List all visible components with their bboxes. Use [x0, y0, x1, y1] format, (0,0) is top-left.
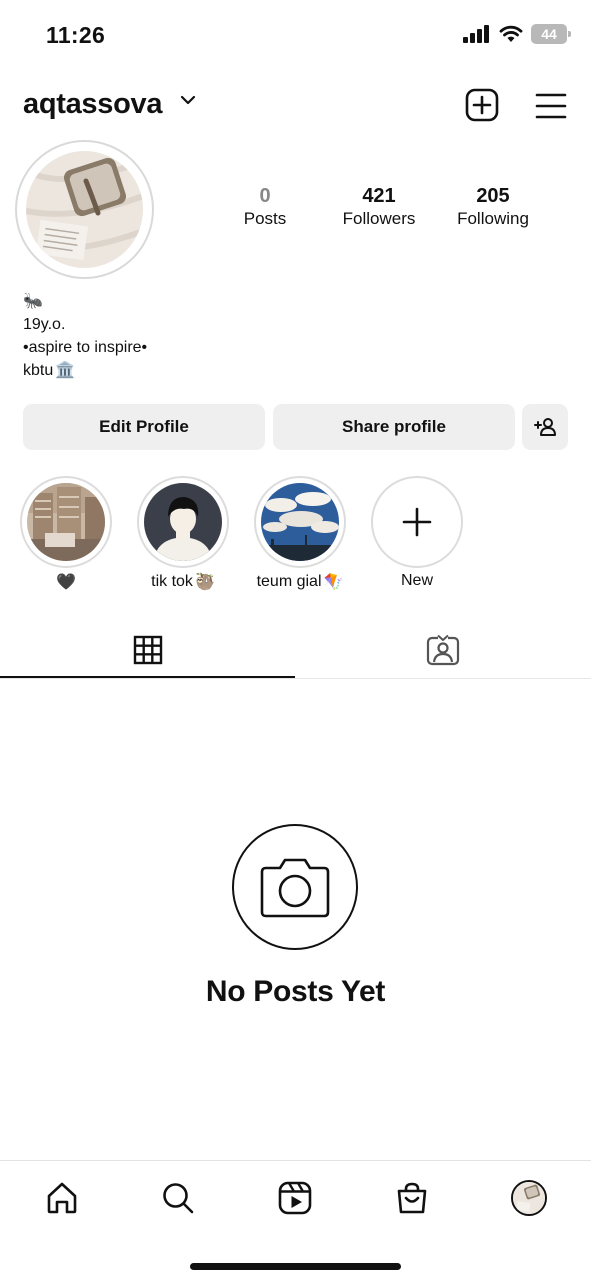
nav-reels[interactable] — [275, 1178, 315, 1218]
bottom-nav — [0, 1160, 591, 1280]
home-indicator — [190, 1263, 401, 1270]
profile-bio: 🐜 19y.o. •aspire to inspire• kbtu 🏛️ — [23, 290, 147, 382]
tagged-person-icon — [426, 634, 459, 666]
profile-header: aqtassova — [0, 84, 591, 128]
tab-divider — [0, 678, 591, 679]
grid-icon — [133, 635, 162, 665]
highlight-2[interactable]: tik tok 🦥 — [137, 476, 229, 592]
nav-search[interactable] — [158, 1178, 198, 1218]
search-icon — [163, 1183, 194, 1214]
followers-label: Followers — [342, 209, 416, 228]
empty-state-title: No Posts Yet — [205, 975, 386, 1008]
highlight-1-image — [27, 483, 105, 561]
camera-icon — [260, 858, 330, 918]
profile-tabs — [0, 622, 591, 680]
following-count: 205 — [476, 185, 510, 207]
nav-home[interactable] — [42, 1178, 82, 1218]
highlight-1-label: 🖤 — [56, 574, 76, 591]
bio-line-2: 19y.o. — [23, 316, 66, 333]
status-time: 11:26 — [46, 22, 106, 48]
add-person-icon — [534, 418, 556, 436]
new-highlight-label: New — [400, 572, 433, 589]
stat-posts[interactable]: 0 Posts — [205, 184, 325, 230]
create-post-icon[interactable] — [465, 88, 499, 122]
posts-label: Posts — [243, 209, 287, 228]
bio-line-1: 🐜 — [23, 293, 43, 310]
home-icon — [47, 1182, 77, 1214]
tab-tagged[interactable] — [295, 622, 590, 678]
highlight-2-ring — [137, 476, 229, 568]
bio-line-3: •aspire to inspire• — [23, 339, 148, 356]
stat-following[interactable]: 205 Following — [433, 184, 553, 230]
highlight-1-ring — [20, 476, 112, 568]
new-highlight-ring — [371, 476, 463, 568]
reels-icon — [278, 1181, 312, 1215]
tab-posts-grid[interactable] — [0, 622, 295, 678]
highlight-3-emoji: 🪁 — [323, 574, 344, 591]
bio-line-4: kbtu 🏛️ — [23, 359, 147, 382]
share-profile-button[interactable]: Share profile — [273, 404, 515, 450]
profile-avatar-icon — [511, 1180, 547, 1216]
nav-shop[interactable] — [392, 1178, 432, 1218]
highlight-3-image — [261, 483, 339, 561]
highlight-3-text: teum gial — [256, 573, 322, 590]
highlight-2-text: tik tok — [151, 573, 193, 590]
signal-icon — [463, 25, 489, 43]
nav-profile[interactable] — [509, 1178, 549, 1218]
bio-line-4-text: kbtu — [23, 362, 54, 379]
highlight-3[interactable]: teum gial 🪁 — [254, 476, 346, 592]
edit-profile-button[interactable]: Edit Profile — [23, 404, 265, 450]
menu-icon[interactable] — [535, 88, 567, 122]
battery-level: 44 — [541, 26, 557, 42]
new-highlight[interactable]: New — [371, 476, 463, 590]
highlight-3-ring — [254, 476, 346, 568]
highlight-1[interactable]: 🖤 — [20, 476, 112, 592]
highlight-2-emoji: 🦥 — [194, 574, 215, 591]
battery-icon: 44 — [531, 24, 571, 44]
status-bar: 11:26 44 — [0, 0, 591, 70]
discover-people-button[interactable] — [522, 404, 568, 450]
highlight-2-label: tik tok 🦥 — [137, 572, 229, 592]
following-label: Following — [457, 209, 529, 228]
highlight-3-label: teum gial 🪁 — [254, 572, 346, 592]
shop-bag-icon — [397, 1182, 427, 1214]
posts-count: 0 — [259, 185, 271, 207]
stat-followers[interactable]: 421 Followers — [319, 184, 439, 230]
avatar-image — [26, 151, 143, 268]
wifi-icon — [499, 25, 523, 42]
username[interactable]: aqtassova — [23, 88, 162, 121]
followers-count: 421 — [362, 185, 396, 207]
status-icons: 44 — [463, 24, 571, 44]
chevron-down-icon[interactable] — [180, 94, 196, 106]
empty-state-camera — [232, 824, 358, 950]
plus-icon — [402, 507, 432, 537]
bio-line-4-emoji: 🏛️ — [55, 362, 76, 379]
profile-avatar[interactable] — [15, 140, 154, 279]
highlight-2-image — [144, 483, 222, 561]
